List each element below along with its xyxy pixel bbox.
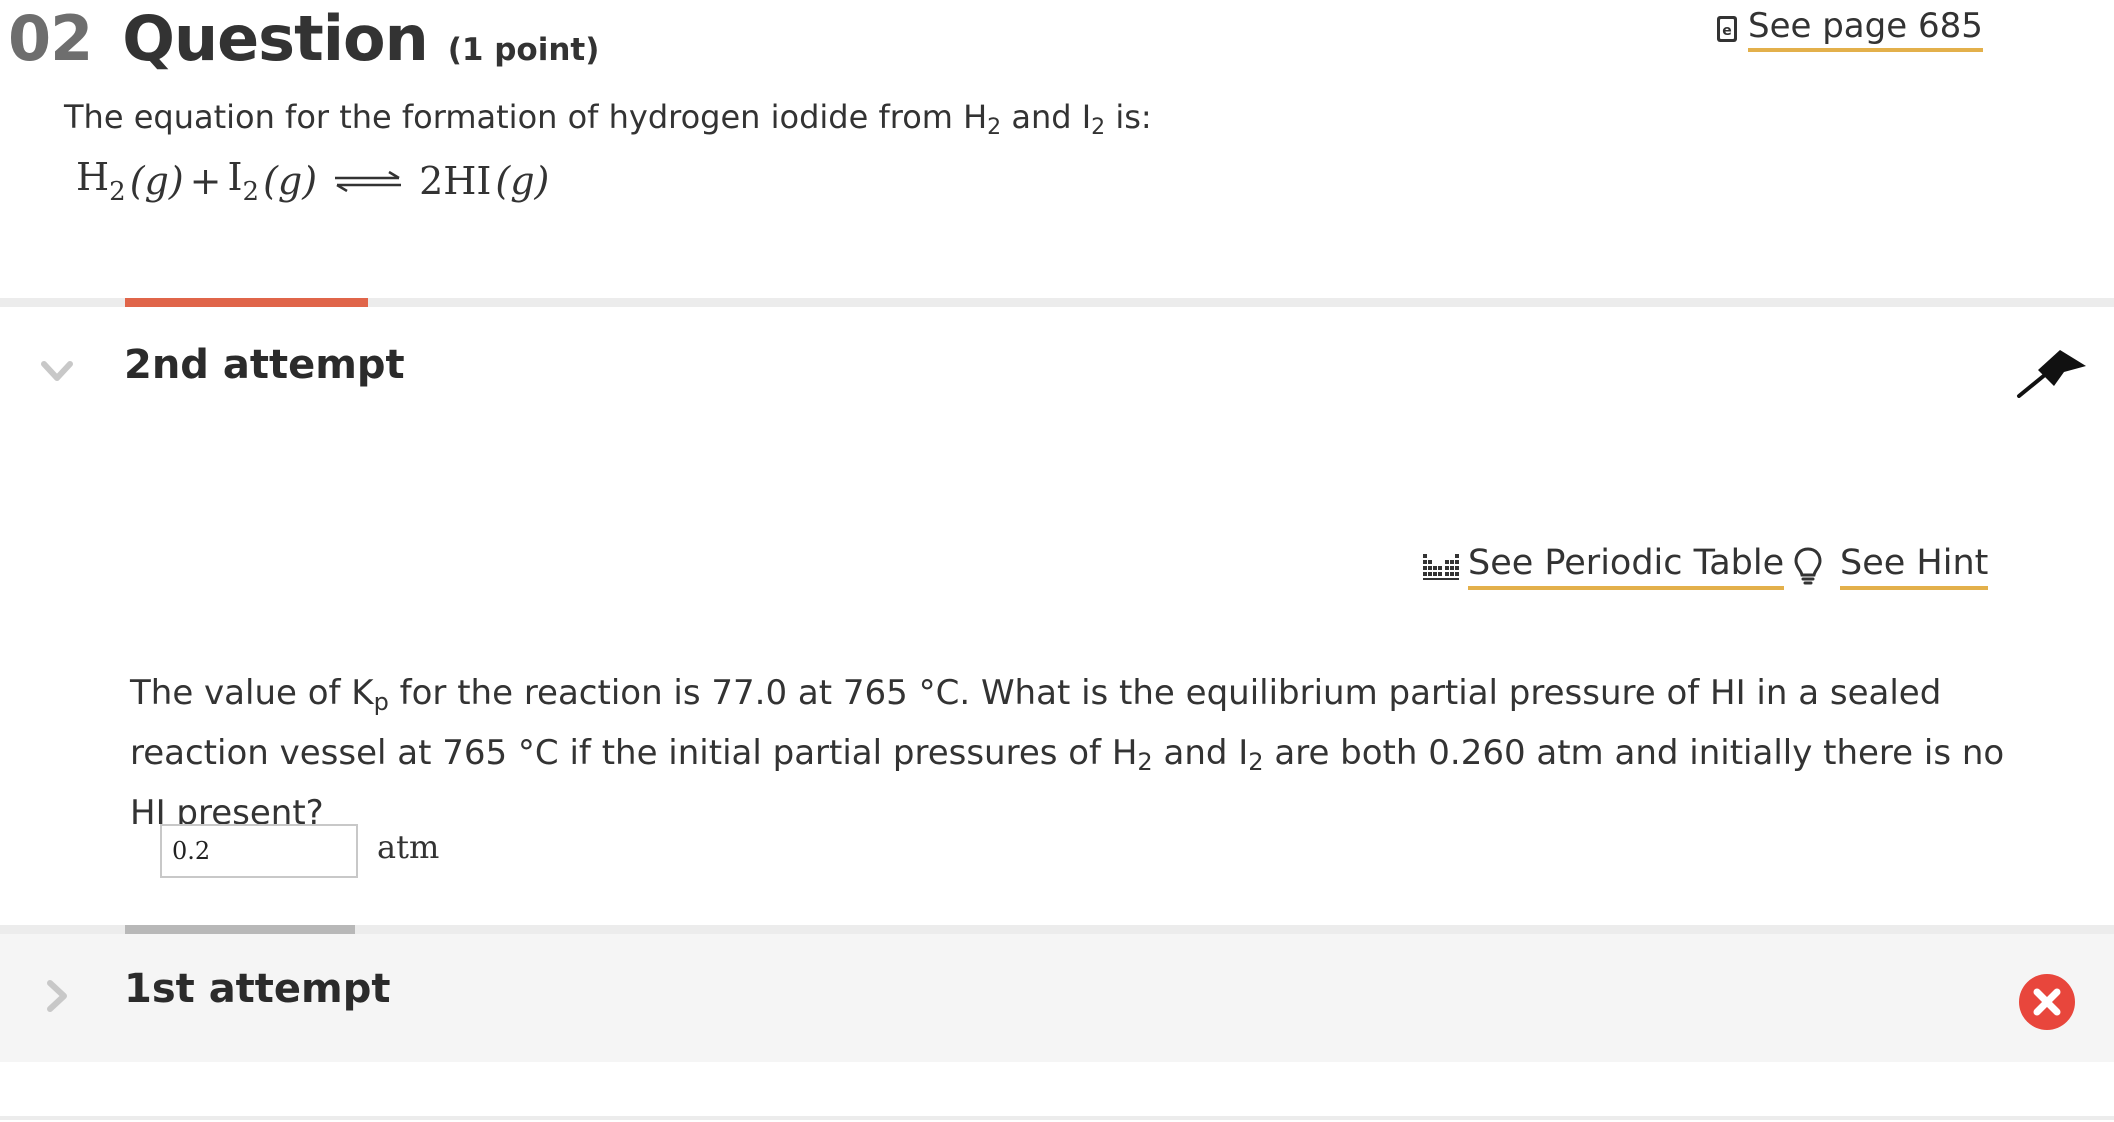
chevron-right-icon[interactable] <box>40 979 74 1013</box>
see-hint-link[interactable]: See Hint <box>1794 540 1989 592</box>
intro-text-3: is: <box>1105 98 1152 136</box>
see-periodic-table-link[interactable]: See Periodic Table <box>1422 540 1785 592</box>
attempt2-accent-bar <box>125 298 368 307</box>
question-number: 02 <box>8 2 93 75</box>
question-title: Question <box>122 2 428 75</box>
prompt-text-1: The value of K <box>130 673 374 713</box>
question-intro: The equation for the formation of hydrog… <box>64 98 1152 140</box>
attempt1-accent-bar <box>125 925 355 934</box>
intro-subscript-1: 2 <box>987 115 1002 140</box>
attempt2-title[interactable]: 2nd attempt <box>124 342 405 388</box>
ebook-icon: e <box>1717 16 1737 42</box>
bottom-separator <box>0 1116 2114 1120</box>
reactant-h2: H2 <box>76 155 126 207</box>
state-g-2: (g) <box>263 159 318 203</box>
see-periodic-table-label: See Periodic Table <box>1468 542 1785 590</box>
svg-text:e: e <box>1722 23 1732 39</box>
plus-sign: + <box>189 159 222 203</box>
intro-subscript-2: 2 <box>1091 115 1106 140</box>
see-page-label: See page 685 <box>1748 6 1983 53</box>
state-g-3: (g) <box>495 159 550 203</box>
kp-subscript: p <box>373 688 389 716</box>
prompt-text-3: and I <box>1152 733 1249 773</box>
equilibrium-arrow-icon <box>335 170 402 192</box>
question-points: (1 point) <box>447 32 600 68</box>
chevron-down-icon[interactable] <box>40 354 74 388</box>
flag-icon[interactable] <box>2016 346 2088 398</box>
question-prompt: The value of Kp for the reaction is 77.0… <box>130 668 2030 839</box>
intro-text-1: The equation for the formation of hydrog… <box>64 98 988 136</box>
product-hi: 2HI <box>419 159 492 203</box>
x-circle-icon <box>2019 974 2075 1030</box>
see-hint-label: See Hint <box>1840 542 1989 590</box>
state-g-1: (g) <box>129 159 184 203</box>
answer-unit: atm <box>377 828 440 866</box>
intro-text-2: and I <box>1001 98 1092 136</box>
attempt1-title[interactable]: 1st attempt <box>124 966 390 1012</box>
question-header: 02 Question (1 point) <box>8 2 599 75</box>
reactant-i2: I2 <box>227 155 260 207</box>
h2-subscript: 2 <box>1137 748 1153 776</box>
lightbulb-icon <box>1794 547 1822 585</box>
periodic-table-icon <box>1423 554 1459 580</box>
i2-subscript: 2 <box>1248 748 1264 776</box>
see-page-link[interactable]: e See page 685 <box>1716 4 1983 54</box>
chemical-equation: H2 (g) + I2 (g) 2HI (g) <box>76 155 549 207</box>
answer-input[interactable] <box>160 824 358 878</box>
